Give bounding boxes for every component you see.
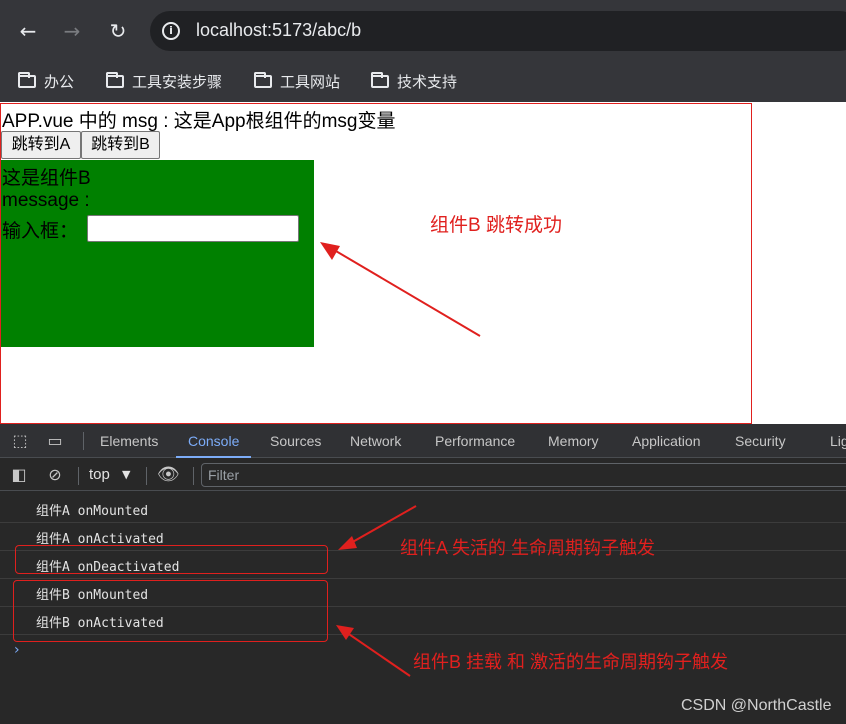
reload-icon[interactable]: ↻ bbox=[104, 17, 132, 45]
bookmark-folder-tech-support[interactable]: 技术支持 bbox=[371, 70, 457, 94]
bookmark-label: 办公 bbox=[44, 73, 75, 91]
url-text[interactable]: localhost:5173/abc/b bbox=[196, 20, 361, 41]
device-toolbar-icon[interactable]: ▭ bbox=[45, 431, 65, 451]
component-b-input[interactable] bbox=[87, 215, 299, 242]
bookmark-folder-office[interactable]: 办公 bbox=[18, 70, 74, 94]
tab-security[interactable]: Security bbox=[735, 424, 786, 458]
annotation-arrow bbox=[336, 625, 411, 677]
tab-lighthouse[interactable]: Lig bbox=[830, 424, 846, 458]
devtools-tab-bar: ⬚ ▭ Elements Console Sources Network Per… bbox=[0, 424, 846, 458]
message-label: message : bbox=[2, 190, 90, 211]
console-toolbar: ◧ ⊘ top ▼ 👁 Filter bbox=[0, 459, 846, 491]
forward-arrow-icon[interactable]: → bbox=[58, 17, 86, 45]
chevron-down-icon[interactable]: ▼ bbox=[122, 465, 130, 485]
tab-performance[interactable]: Performance bbox=[435, 424, 515, 458]
component-b-title: 这是组件B bbox=[2, 168, 91, 189]
bookmark-label: 工具网站 bbox=[280, 73, 341, 91]
go-to-b-button[interactable]: 跳转到B bbox=[81, 131, 160, 159]
folder-icon bbox=[371, 72, 389, 88]
tab-sources[interactable]: Sources bbox=[270, 424, 321, 458]
site-info-icon[interactable]: i bbox=[162, 22, 180, 40]
sidebar-toggle-icon[interactable]: ◧ bbox=[9, 465, 29, 485]
annotation-arrow bbox=[338, 505, 417, 550]
annotation-arrow bbox=[320, 242, 481, 337]
component-b-panel: 这是组件B message : 输入框： bbox=[1, 160, 314, 347]
console-annotation-a: 组件A 失活的 生命周期钩子触发 bbox=[400, 538, 656, 558]
go-to-a-button[interactable]: 跳转到A bbox=[1, 131, 81, 159]
folder-icon bbox=[18, 72, 36, 88]
divider bbox=[83, 432, 84, 450]
bookmark-folder-install-steps[interactable]: 工具安装步骤 bbox=[106, 70, 222, 94]
watermark-text: CSDN @NorthCastle bbox=[681, 697, 832, 714]
folder-icon bbox=[106, 72, 124, 88]
bookmark-label: 工具安装步骤 bbox=[132, 73, 223, 91]
divider bbox=[146, 467, 147, 485]
console-prompt-chevron-icon[interactable]: › bbox=[14, 642, 20, 658]
browser-toolbar: ← → ↻ i localhost:5173/abc/b bbox=[0, 0, 846, 62]
clear-console-icon[interactable]: ⊘ bbox=[45, 465, 65, 485]
folder-icon bbox=[254, 72, 272, 88]
page-viewport: APP.vue 中的 msg : 这是App根组件的msg变量 跳转到A 跳转到… bbox=[0, 102, 846, 424]
tab-memory[interactable]: Memory bbox=[548, 424, 599, 458]
log-message: 组件A onMounted bbox=[36, 504, 149, 519]
bookmarks-bar: 办公 工具安装步骤 工具网站 技术支持 bbox=[0, 62, 846, 102]
back-arrow-icon[interactable]: ← bbox=[14, 17, 42, 45]
devtools-panel: ⬚ ▭ Elements Console Sources Network Per… bbox=[0, 424, 846, 724]
console-annotation-b: 组件B 挂载 和 激活的生命周期钩子触发 bbox=[413, 652, 729, 672]
tab-network[interactable]: Network bbox=[350, 424, 401, 458]
console-log-row: 组件A onMounted bbox=[0, 495, 846, 523]
highlight-box-b bbox=[13, 580, 328, 642]
highlight-box-a bbox=[15, 545, 328, 574]
input-label: 输入框： bbox=[2, 221, 79, 242]
address-bar[interactable]: i localhost:5173/abc/b bbox=[150, 11, 846, 51]
context-select[interactable]: top bbox=[89, 465, 110, 485]
tab-elements[interactable]: Elements bbox=[100, 424, 158, 458]
bookmark-folder-tool-sites[interactable]: 工具网站 bbox=[254, 70, 340, 94]
tab-console[interactable]: Console bbox=[176, 424, 252, 458]
app-msg-text: APP.vue 中的 msg : 这是App根组件的msg变量 bbox=[2, 111, 396, 132]
divider bbox=[78, 467, 79, 485]
tab-application[interactable]: Application bbox=[632, 424, 701, 458]
bookmark-label: 技术支持 bbox=[397, 73, 458, 91]
filter-input[interactable]: Filter bbox=[201, 463, 846, 487]
divider bbox=[193, 467, 194, 485]
eye-icon[interactable]: 👁 bbox=[157, 465, 180, 485]
inspect-element-icon[interactable]: ⬚ bbox=[10, 431, 30, 451]
